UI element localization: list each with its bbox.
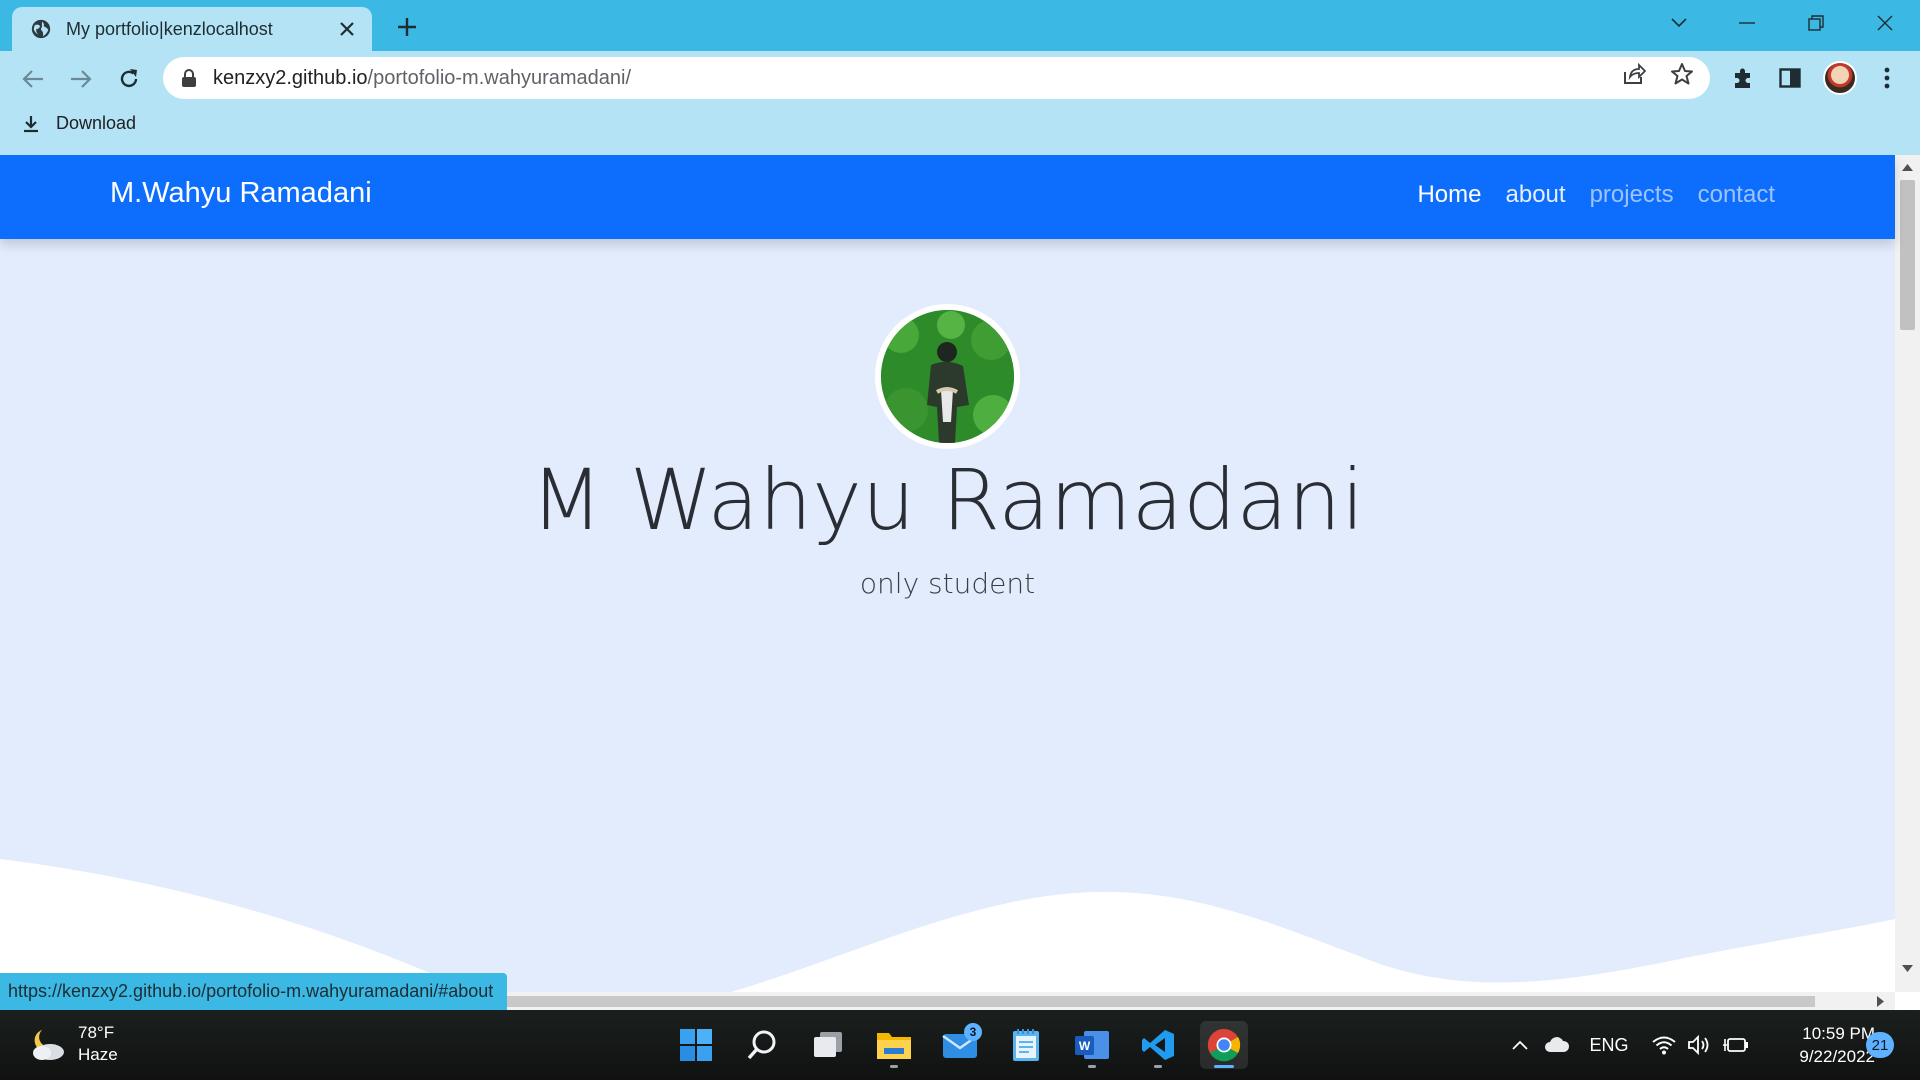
running-indicator [1088,1065,1096,1068]
nav-contact[interactable]: contact [1698,181,1775,209]
wifi-icon[interactable] [1650,1032,1678,1058]
close-tab-icon[interactable] [336,18,358,40]
onedrive-cloud-icon[interactable] [1542,1032,1572,1058]
weather-widget[interactable]: 78°F Haze [28,1022,118,1066]
scroll-up-arrow-icon[interactable] [1902,164,1913,171]
vscode-app[interactable] [1134,1021,1182,1069]
nav-home[interactable]: Home [1417,181,1481,209]
mail-badge: 3 [964,1023,982,1041]
language-label: ENG [1589,1034,1629,1055]
notification-count-badge[interactable]: 21 [1866,1032,1894,1058]
language-indicator[interactable]: ENG [1586,1032,1632,1058]
reload-icon[interactable] [114,64,144,94]
bookmark-download[interactable]: Download [22,113,136,134]
bookmark-star-icon[interactable] [1670,62,1694,86]
browser-tab-strip: My portfolio|kenzlocalhost [0,0,1920,51]
search-button[interactable] [738,1021,786,1069]
notepad-icon [1013,1029,1039,1061]
weather-desc: Haze [78,1045,118,1064]
mail-app[interactable]: 3 [936,1021,984,1069]
battery-icon[interactable] [1722,1032,1750,1058]
forward-arrow-icon[interactable] [66,64,96,94]
vertical-scrollbar[interactable] [1895,155,1920,992]
restore-icon[interactable] [1793,8,1839,38]
svg-text:W: W [1079,1039,1091,1053]
word-icon: W [1075,1031,1109,1059]
hero-title: M Wahyu Ramadani [530,451,1365,549]
site-brand[interactable]: M.Wahyu Ramadani [110,177,372,210]
nav-projects[interactable]: projects [1590,181,1674,209]
link-status-bubble: https://kenzxy2.github.io/portofolio-m.w… [0,973,508,1010]
system-clock[interactable]: 10:59 PM 9/22/2022 [1760,1022,1875,1068]
active-indicator [1214,1065,1234,1068]
running-indicator [890,1065,898,1068]
download-icon [24,115,38,132]
file-explorer-app[interactable] [870,1021,918,1069]
lock-icon[interactable] [181,69,197,87]
browser-tab[interactable]: My portfolio|kenzlocalhost [12,7,372,51]
word-app[interactable]: W [1068,1021,1116,1069]
start-button[interactable] [672,1021,720,1069]
chrome-app[interactable] [1200,1021,1248,1069]
notepad-app[interactable] [1002,1021,1050,1069]
page-viewport: M.Wahyu Ramadani Home about projects con… [0,155,1920,1010]
profile-avatar[interactable] [1823,61,1857,95]
nav-links: Home about projects contact [1417,181,1775,209]
extensions-puzzle-icon[interactable] [1729,64,1757,92]
volume-icon[interactable] [1686,1032,1714,1058]
windows-logo-icon [680,1029,712,1061]
chrome-icon [1207,1028,1241,1062]
hero-section: M Wahyu Ramadani only student [0,239,1895,1010]
profile-photo [875,304,1020,449]
show-hidden-icons-chevron[interactable] [1508,1032,1532,1058]
share-icon[interactable] [1622,62,1646,86]
minimize-icon[interactable] [1724,8,1770,38]
back-arrow-icon[interactable] [18,64,48,94]
globe-icon [31,19,51,39]
weather-temp: 78°F [78,1023,115,1042]
new-tab-icon[interactable] [392,12,422,42]
clock-date: 9/22/2022 [1799,1047,1875,1066]
vertical-scroll-thumb[interactable] [1900,180,1915,330]
task-view-icon [814,1032,842,1057]
task-view-button[interactable] [804,1021,852,1069]
site-navbar: M.Wahyu Ramadani Home about projects con… [0,155,1895,239]
folder-icon [877,1033,911,1059]
browser-toolbar: kenzxy2.github.io /portofolio-m.wahyuram… [0,51,1920,155]
more-menu-icon[interactable] [1873,64,1901,92]
clock-time: 10:59 PM [1802,1024,1875,1043]
running-indicator [1154,1065,1162,1068]
hero-subtitle: only student [859,567,1036,600]
search-icon [747,1030,776,1060]
scroll-down-arrow-icon[interactable] [1902,965,1913,972]
nav-about[interactable]: about [1506,181,1566,209]
tab-search-chevron-icon[interactable] [1656,8,1702,38]
address-bar[interactable]: kenzxy2.github.io /portofolio-m.wahyuram… [163,57,1710,99]
weather-moon-cloud-icon [33,1030,64,1060]
scroll-right-arrow-icon[interactable] [1877,996,1884,1007]
windows-taskbar: 78°F Haze 3 W ENG 10:59 PM 9/22/2022 21 [0,1010,1920,1080]
side-panel-icon[interactable] [1776,64,1804,92]
horizontal-scroll-thumb[interactable] [500,996,1815,1007]
url-path: /portofolio-m.wahyuramadani/ [367,66,632,89]
close-window-icon[interactable] [1862,8,1908,38]
bookmark-label: Download [56,113,137,133]
tab-title: My portfolio|kenzlocalhost [66,18,273,39]
url-host: kenzxy2.github.io [213,66,368,89]
vscode-icon [1142,1030,1174,1060]
